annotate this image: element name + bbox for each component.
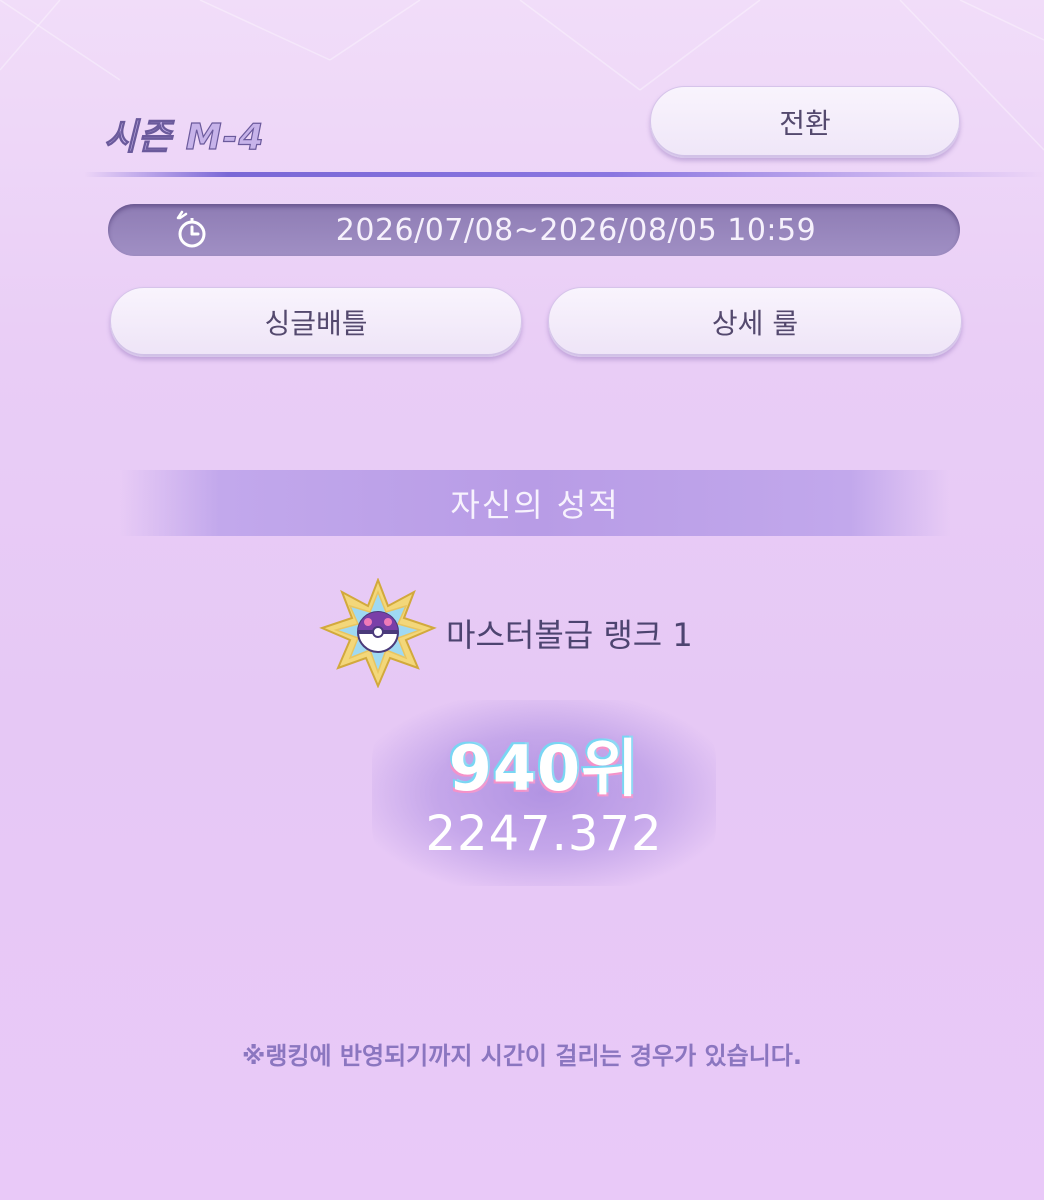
switch-button[interactable]: 전환	[650, 86, 960, 158]
stopwatch-icon	[176, 210, 206, 248]
season-title: 시즌 M-4	[103, 116, 265, 158]
master-ball-rank-badge-icon	[319, 578, 437, 688]
header-divider	[84, 172, 1044, 177]
detailed-rules-button[interactable]: 상세 룰	[548, 287, 962, 357]
rank-tier-label: 마스터볼급 랭크 1	[446, 616, 693, 654]
season-period: 2026/07/08~2026/08/05 10:59	[335, 212, 817, 248]
ranking-place: 940위	[448, 732, 640, 805]
rating-score: 2247.372	[425, 806, 663, 862]
my-results-header: 자신의 성적	[120, 470, 950, 536]
ranking-delay-note: ※랭킹에 반영되기까지 시간이 걸리는 경우가 있습니다.	[242, 1042, 802, 1070]
single-battle-button[interactable]: 싱글배틀	[110, 287, 522, 357]
